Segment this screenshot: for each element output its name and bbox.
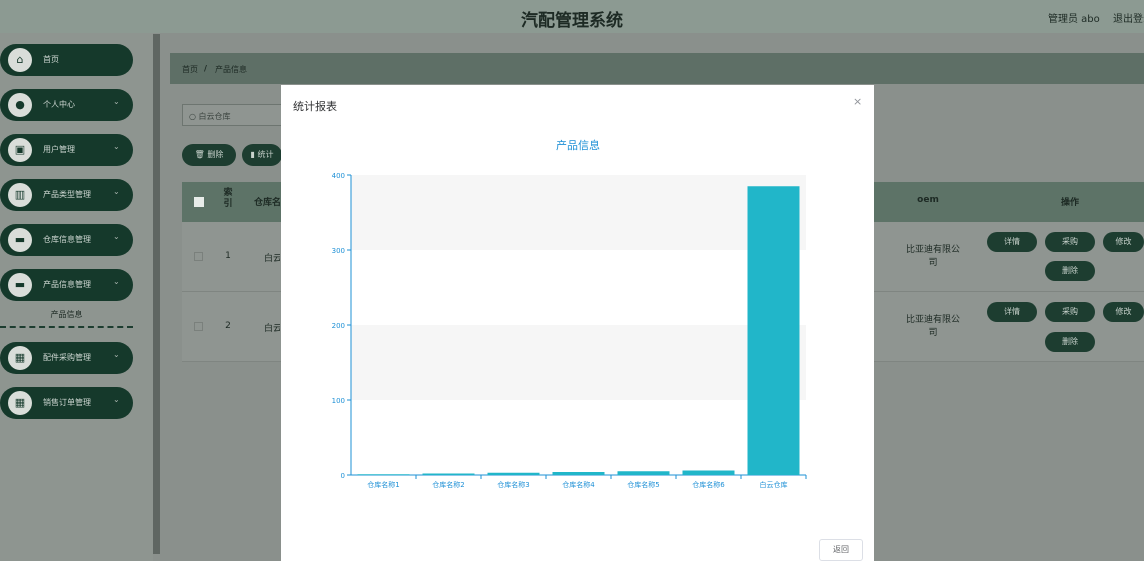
sidebar-item-label: 产品类型管理: [43, 190, 91, 199]
x-tick-label: 仓库名称4: [562, 480, 595, 489]
delete-button[interactable]: 🗑 删除: [182, 144, 236, 166]
row-delete-button[interactable]: 删除: [1045, 332, 1095, 352]
row-oem: 比亚迪有限公司: [905, 315, 960, 338]
sidebar-item-1[interactable]: ● 个人中心 ⌄: [0, 89, 133, 121]
edit-button[interactable]: 修改: [1103, 302, 1144, 322]
y-tick-label: 200: [332, 322, 345, 330]
purchase-button[interactable]: 采购: [1045, 232, 1095, 252]
breadcrumb-current: 产品信息: [215, 65, 247, 74]
x-tick-label: 仓库名称1: [367, 480, 399, 489]
row-warehouse: 白云仓库: [264, 324, 280, 334]
product-type-icon: ▥: [8, 183, 32, 207]
bar: [552, 472, 605, 475]
y-tick-label: 0: [341, 472, 345, 480]
close-icon[interactable]: ×: [853, 95, 862, 108]
sidebar-item-3[interactable]: ▥ 产品类型管理 ⌄: [0, 179, 133, 211]
purchase-button[interactable]: 采购: [1045, 302, 1095, 322]
bar: [422, 473, 475, 475]
x-tick-label: 仓库名称6: [692, 480, 725, 489]
search-value: 白云仓库: [198, 112, 231, 121]
grid-band: [351, 325, 806, 400]
home-icon: ⌂: [8, 48, 32, 72]
breadcrumb: 首页 / 产品信息: [170, 53, 1144, 84]
search-icon: ○: [189, 112, 199, 121]
row-index: 1: [225, 251, 231, 261]
chevron-down-icon: ⌄: [113, 232, 120, 241]
breadcrumb-separator: /: [204, 64, 207, 73]
row-delete-button[interactable]: 删除: [1045, 261, 1095, 281]
user-icon: ●: [8, 93, 32, 117]
admin-label: 管理员 abo: [1048, 14, 1100, 25]
chevron-down-icon: ⌄: [113, 142, 120, 151]
chart-title: 产品信息: [556, 138, 600, 152]
row-oem: 比亚迪有限公司: [905, 245, 960, 268]
app-title: 汽配管理系统: [521, 11, 623, 31]
chevron-down-icon: ⌄: [113, 395, 120, 404]
y-tick-label: 100: [332, 397, 345, 405]
sidebar-item-7[interactable]: ▦ 销售订单管理 ⌄: [0, 387, 133, 419]
breadcrumb-home[interactable]: 首页: [182, 64, 198, 75]
bar: [747, 186, 800, 475]
product-info-icon: ▬: [8, 273, 32, 297]
x-tick-label: 仓库名称5: [627, 480, 659, 489]
header-oem: oem: [917, 195, 939, 205]
bar: [617, 471, 670, 475]
sidebar-item-label: 仓库信息管理: [43, 235, 91, 244]
sidebar-item-5[interactable]: ▬ 产品信息管理 ⌄: [0, 269, 133, 301]
y-tick-label: 300: [332, 247, 345, 255]
search-input[interactable]: ○ 白云仓库: [182, 104, 282, 126]
header-index: 索引: [223, 188, 233, 209]
sidebar-item-label: 首页: [43, 55, 59, 64]
chevron-down-icon: ⌄: [113, 97, 120, 106]
stats-button[interactable]: ▮ 统计: [242, 144, 282, 166]
top-header: 汽配管理系统 管理员 abo 退出登录: [0, 0, 1144, 33]
back-button[interactable]: 返回: [819, 539, 863, 561]
sidebar-item-label: 用户管理: [43, 145, 75, 154]
bar-chart: 产品信息 0 100 200 300 400 仓库名称1 仓库名称2 仓库名称3 仓库名称4 仓库名…: [332, 138, 807, 489]
sidebar-item-6[interactable]: ▦ 配件采购管理 ⌄: [0, 342, 133, 374]
row-warehouse: 白云仓库: [264, 254, 280, 264]
bar: [357, 474, 410, 476]
sidebar-item-label: 销售订单管理: [43, 398, 91, 407]
sidebar-item-2[interactable]: ▣ 用户管理 ⌄: [0, 134, 133, 166]
x-tick-label: 仓库名称3: [497, 480, 529, 489]
sidebar-item-0[interactable]: ⌂ 首页: [0, 44, 133, 76]
sidebar-scrollbar[interactable]: [153, 34, 160, 554]
sidebar-item-label: 配件采购管理: [43, 353, 91, 362]
x-tick-label: 白云仓库: [760, 480, 788, 489]
y-tick-label: 400: [332, 172, 345, 180]
sidebar-subitem-product-info[interactable]: 产品信息: [0, 308, 133, 328]
chart-area: 产品信息 0 100 200 300 400 仓库名称1 仓库名称2 仓库名称3 仓库名称4 仓库名…: [281, 125, 874, 505]
row-checkbox[interactable]: [194, 252, 203, 261]
header-actions: 操作: [1060, 198, 1079, 208]
select-all-checkbox[interactable]: [194, 197, 204, 207]
chevron-down-icon: ⌄: [113, 350, 120, 359]
purchase-icon: ▦: [8, 346, 32, 370]
trash-icon: 🗑: [194, 150, 208, 159]
chevron-down-icon: ⌄: [113, 277, 120, 286]
sidebar-item-label: 产品信息管理: [43, 280, 91, 289]
warehouse-icon: ▬: [8, 228, 32, 252]
user-manage-icon: ▣: [8, 138, 32, 162]
x-tick-label: 仓库名称2: [432, 480, 464, 489]
dialog-title: 统计报表: [293, 100, 337, 113]
detail-button[interactable]: 详情: [987, 232, 1037, 252]
edit-button[interactable]: 修改: [1103, 232, 1144, 252]
bar: [682, 470, 735, 475]
logout-link[interactable]: 退出登录: [1113, 10, 1144, 25]
sidebar-item-label: 个人中心: [43, 100, 75, 109]
header-warehouse: 仓库名称: [254, 198, 284, 208]
stats-dialog: 统计报表 × 产品信息 0 100 200 300 400 仓库名称1 仓库名称2 仓库名称3 仓…: [281, 85, 874, 561]
grid-band: [351, 175, 806, 250]
row-checkbox[interactable]: [194, 322, 203, 331]
chevron-down-icon: ⌄: [113, 187, 120, 196]
order-icon: ▦: [8, 391, 32, 415]
row-index: 2: [225, 321, 231, 331]
sidebar-item-4[interactable]: ▬ 仓库信息管理 ⌄: [0, 224, 133, 256]
bar: [487, 472, 540, 475]
detail-button[interactable]: 详情: [987, 302, 1037, 322]
